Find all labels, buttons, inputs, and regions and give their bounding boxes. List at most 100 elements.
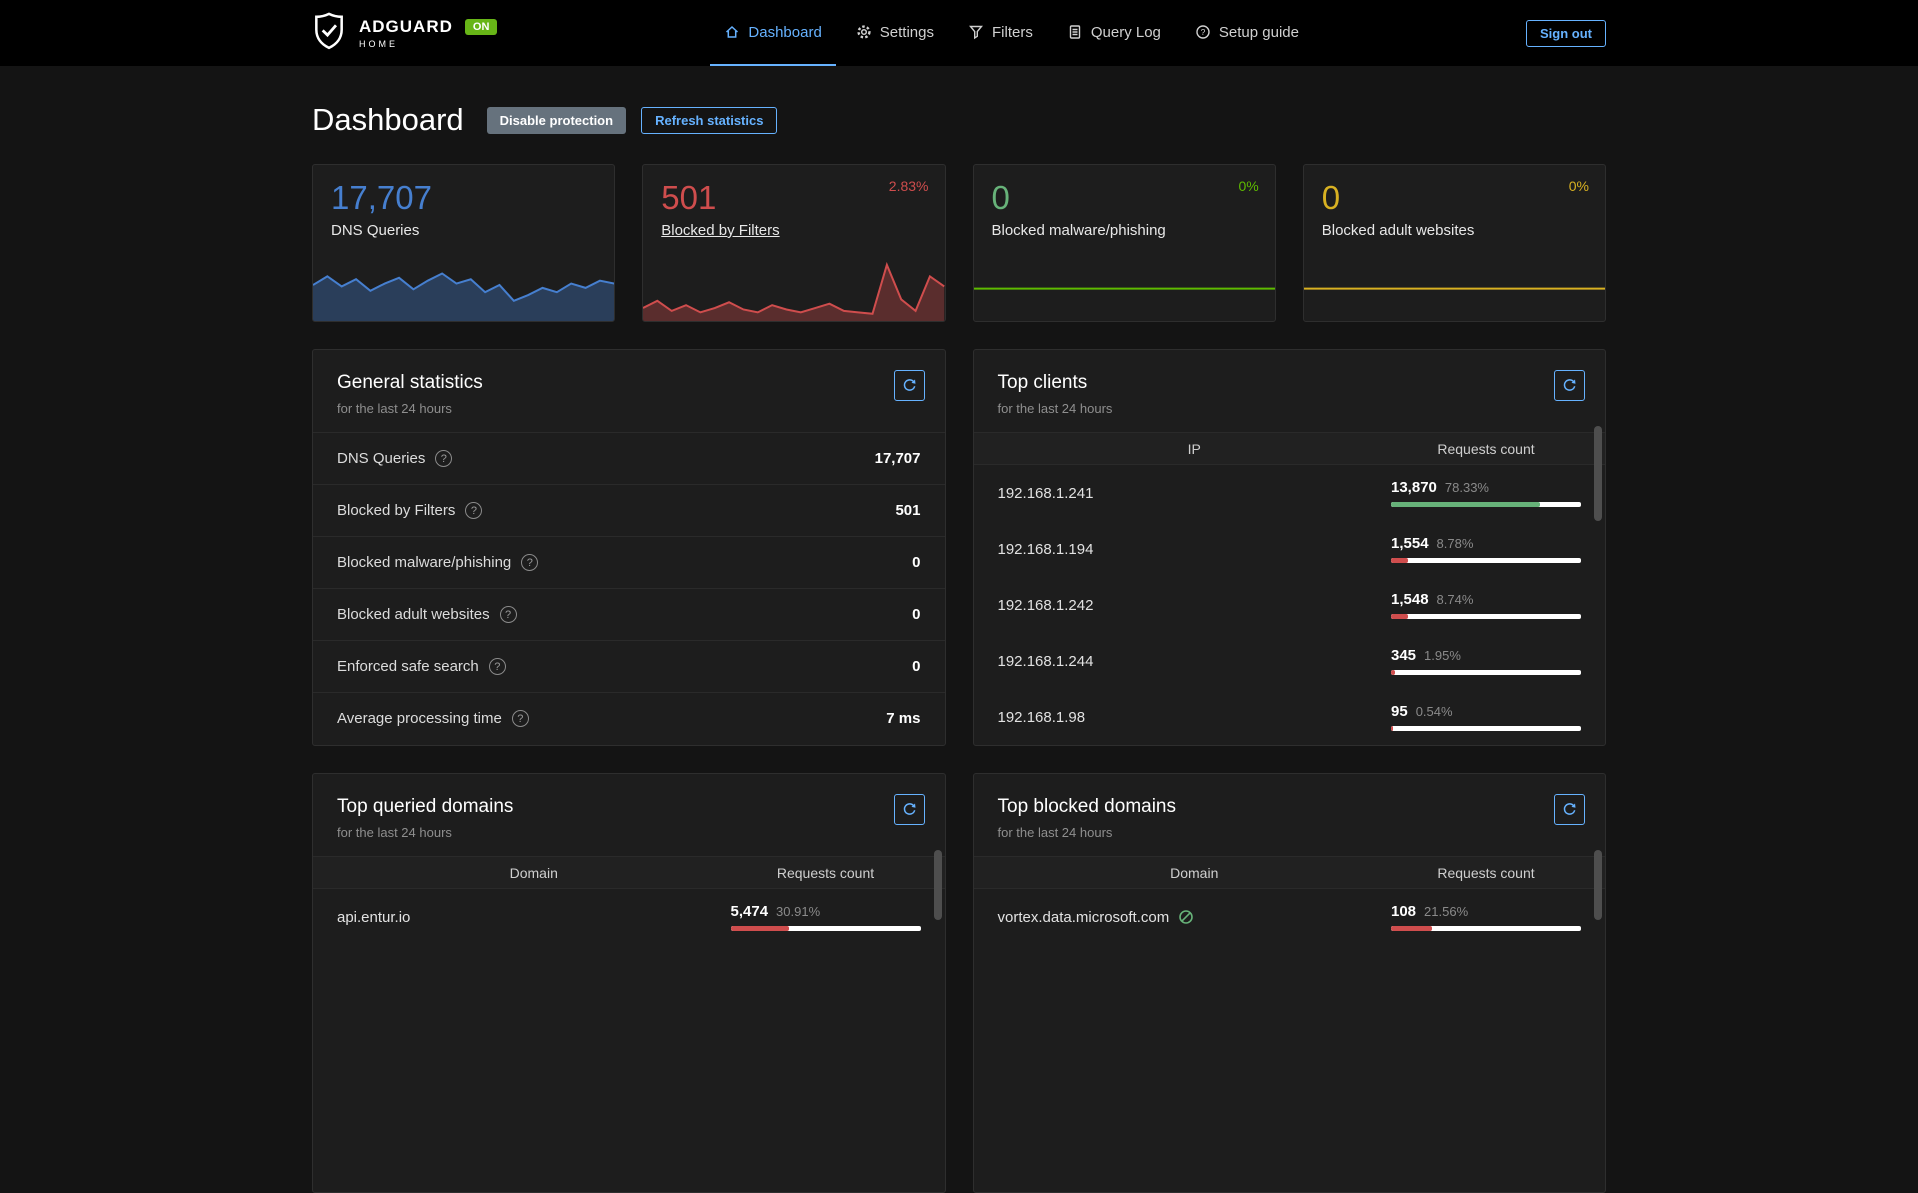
request-count: 345 <box>1391 647 1416 664</box>
column-header-domain: Domain <box>337 865 731 881</box>
nav-item-query-log[interactable]: Query Log <box>1053 0 1175 66</box>
stat-card-blocked-adult: 0% 0 Blocked adult websites <box>1303 164 1606 322</box>
client-ip: 192.168.1.242 <box>998 597 1392 614</box>
scrollbar-thumb[interactable] <box>1594 426 1602 521</box>
stat-card-dns-queries: 17,707 DNS Queries <box>312 164 615 322</box>
stat-row-blocked-adult: Blocked adult websites? 0 <box>313 588 945 640</box>
nav-item-dashboard[interactable]: Dashboard <box>710 0 835 66</box>
refresh-card-button[interactable] <box>894 370 925 401</box>
request-percent: 0.54% <box>1416 704 1453 719</box>
brand-title: ADGUARD <box>359 17 453 37</box>
query-log-document-icon <box>1067 24 1083 40</box>
help-icon[interactable]: ? <box>521 554 538 571</box>
nav-item-setup-guide[interactable]: ? Setup guide <box>1181 0 1313 66</box>
refresh-statistics-button[interactable]: Refresh statistics <box>641 107 777 134</box>
table-row: 192.168.1.241 13,87078.33% <box>974 465 1606 521</box>
refresh-card-button[interactable] <box>1554 794 1585 825</box>
help-icon[interactable]: ? <box>435 450 452 467</box>
progress-bar <box>1391 926 1581 931</box>
table-header: Domain Requests count <box>974 856 1606 889</box>
stat-row-blocked-malware: Blocked malware/phishing? 0 <box>313 536 945 588</box>
nav-label: Filters <box>992 24 1033 41</box>
request-percent: 21.56% <box>1424 904 1468 919</box>
card-subtitle: for the last 24 hours <box>998 401 1582 416</box>
column-header-requests: Requests count <box>1391 865 1581 881</box>
stat-card-blocked-by-filters: 2.83% 501 Blocked by Filters <box>642 164 945 322</box>
dashboard-home-icon <box>724 24 740 40</box>
card-title: Top blocked domains <box>998 796 1582 818</box>
disable-protection-button[interactable]: Disable protection <box>487 107 626 134</box>
adguard-shield-logo-icon <box>312 12 346 55</box>
nav-label: Setup guide <box>1219 24 1299 41</box>
stat-label: Blocked adult websites <box>1322 222 1475 239</box>
blocked-by-filters-link[interactable]: Blocked by Filters <box>661 222 779 239</box>
unblock-domain-icon[interactable] <box>1178 909 1194 925</box>
stat-value: 17,707 <box>313 165 614 217</box>
stat-cards: 17,707 DNS Queries 2.83% 501 Blocked by … <box>312 164 1606 322</box>
refresh-card-button[interactable] <box>1554 370 1585 401</box>
request-count: 13,870 <box>1391 479 1437 496</box>
table-header: IP Requests count <box>974 432 1606 465</box>
refresh-card-button[interactable] <box>894 794 925 825</box>
client-ip: 192.168.1.194 <box>998 541 1392 558</box>
stat-row-label: Blocked adult websites <box>337 606 490 623</box>
table-row: 192.168.1.98 950.54% <box>974 689 1606 745</box>
progress-bar <box>1391 558 1581 563</box>
filter-funnel-icon <box>968 24 984 40</box>
stat-percent: 0% <box>1239 178 1259 194</box>
stat-row-value: 0 <box>912 554 920 571</box>
client-ip: 192.168.1.98 <box>998 709 1392 726</box>
client-ip: 192.168.1.244 <box>998 653 1392 670</box>
general-statistics-card: General statistics for the last 24 hours… <box>312 349 946 746</box>
progress-bar <box>1391 614 1581 619</box>
help-icon[interactable]: ? <box>489 658 506 675</box>
refresh-icon <box>902 378 917 393</box>
stat-row-label: DNS Queries <box>337 450 425 467</box>
progress-bar <box>1391 502 1581 507</box>
request-count: 5,474 <box>731 903 769 920</box>
refresh-icon <box>1562 802 1577 817</box>
stat-label: Blocked malware/phishing <box>992 222 1166 239</box>
stat-percent: 2.83% <box>889 178 929 194</box>
client-ip: 192.168.1.241 <box>998 485 1392 502</box>
nav-item-settings[interactable]: Settings <box>842 0 948 66</box>
page-title: Dashboard <box>312 102 464 138</box>
request-count: 108 <box>1391 903 1416 920</box>
card-title: Top clients <box>998 372 1582 394</box>
card-subtitle: for the last 24 hours <box>337 825 921 840</box>
nav-label: Settings <box>880 24 934 41</box>
stat-row-value: 17,707 <box>875 450 921 467</box>
progress-bar <box>731 926 921 931</box>
scrollbar-thumb[interactable] <box>934 850 942 920</box>
brand-subtitle: HOME <box>359 39 497 49</box>
stat-row-value: 501 <box>895 502 920 519</box>
help-circle-icon: ? <box>1195 24 1211 40</box>
help-icon[interactable]: ? <box>512 710 529 727</box>
column-header-requests: Requests count <box>731 865 921 881</box>
stat-row-label: Blocked malware/phishing <box>337 554 511 571</box>
column-header-requests: Requests count <box>1391 441 1581 457</box>
card-title: Top queried domains <box>337 796 921 818</box>
sign-out-button[interactable]: Sign out <box>1526 20 1606 47</box>
nav-label: Dashboard <box>748 24 821 41</box>
main-nav: Dashboard Settings Filters <box>497 0 1526 66</box>
dashboard-page: Dashboard Disable protection Refresh sta… <box>312 102 1606 1193</box>
scrollbar <box>1594 426 1602 737</box>
stat-row-value: 0 <box>912 606 920 623</box>
help-icon[interactable]: ? <box>500 606 517 623</box>
scrollbar-thumb[interactable] <box>1594 850 1602 920</box>
protection-on-badge: ON <box>465 19 498 36</box>
request-count: 1,554 <box>1391 535 1429 552</box>
nav-item-filters[interactable]: Filters <box>954 0 1047 66</box>
request-percent: 30.91% <box>776 904 820 919</box>
table-header: Domain Requests count <box>313 856 945 889</box>
scrollbar <box>934 850 942 1184</box>
help-icon[interactable]: ? <box>465 502 482 519</box>
card-subtitle: for the last 24 hours <box>337 401 921 416</box>
stat-row-processing-time: Average processing time? 7 ms <box>313 692 945 744</box>
table-row: 192.168.1.242 1,5488.74% <box>974 577 1606 633</box>
domain-name: api.entur.io <box>337 909 731 926</box>
stat-card-blocked-malware: 0% 0 Blocked malware/phishing <box>973 164 1276 322</box>
domain-name: vortex.data.microsoft.com <box>998 909 1170 926</box>
dns-queries-sparkline-chart <box>313 249 614 321</box>
